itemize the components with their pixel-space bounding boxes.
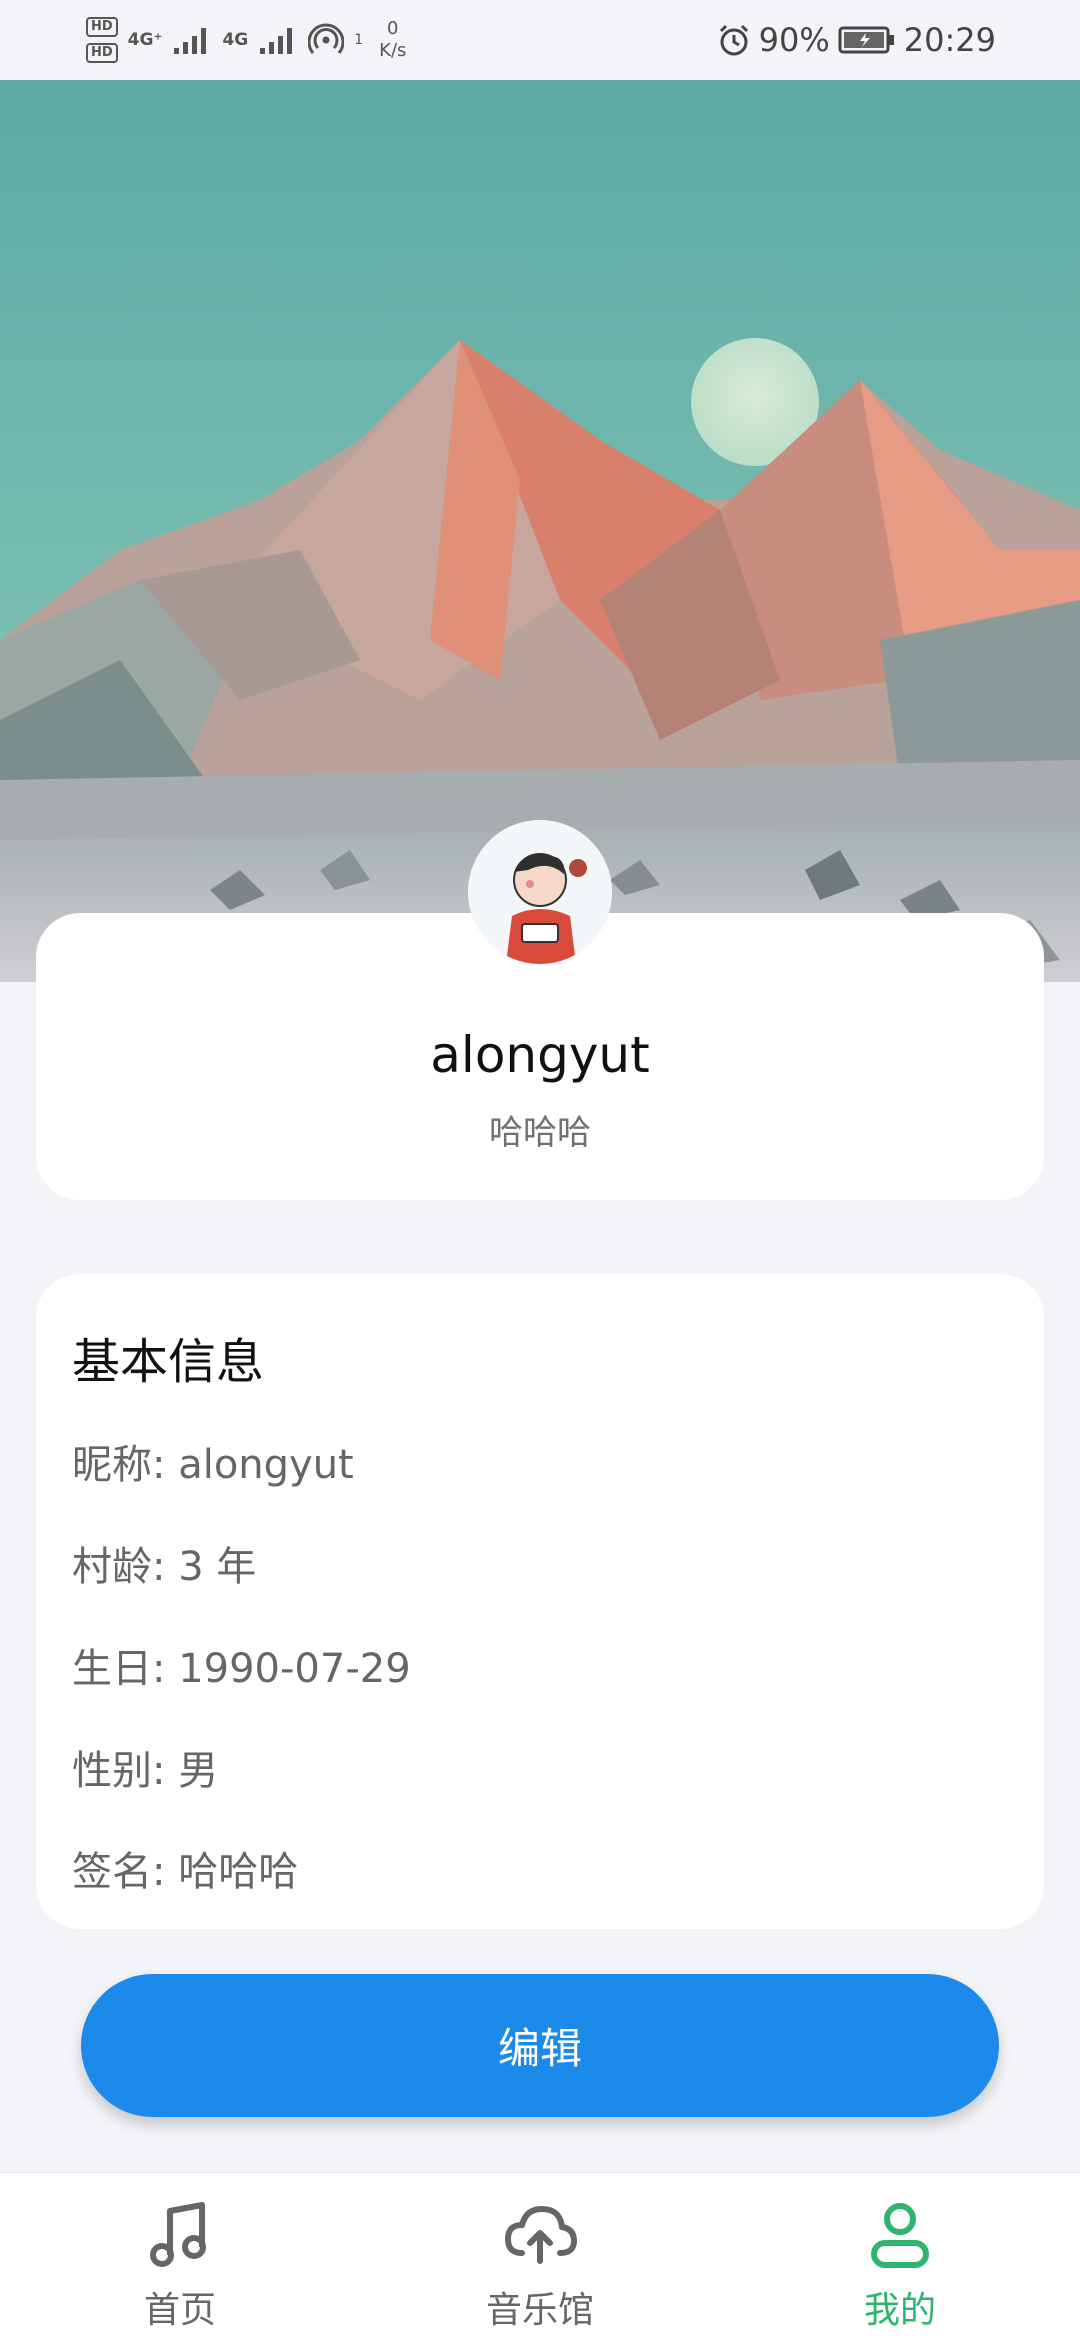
battery-percent: 90% [758, 21, 830, 59]
info-row-nickname: 昵称: alongyut [72, 1442, 354, 1488]
hotspot-count: 1 [354, 32, 364, 48]
signal-icon [174, 28, 207, 54]
hd-indicators: HD HD [86, 17, 118, 63]
hd-badge-1: HD [86, 17, 118, 37]
status-bar: HD HD 4G⁺ 4G 1 0 K/s 90% 20:29 [0, 0, 1080, 80]
basic-info-title: 基本信息 [72, 1334, 265, 1390]
status-right: 90% 20:29 [717, 10, 996, 70]
nav-label-music-hall: 音乐馆 [485, 2290, 594, 2331]
music-note-icon [150, 2202, 206, 2267]
nav-item-music-hall[interactable]: 音乐馆 [360, 2173, 720, 2341]
signal-icon-2 [260, 28, 293, 54]
info-row-signature: 签名: 哈哈哈 [72, 1849, 299, 1895]
hd-badge-2: HD [86, 43, 118, 63]
bottom-nav: 首页 音乐馆 我的 [0, 2172, 1080, 2341]
sim2-type: 4G [222, 30, 249, 50]
net-speed: 0 K/s [379, 18, 406, 62]
avatar[interactable] [468, 820, 612, 964]
nav-label-home: 首页 [143, 2290, 216, 2331]
profile-name: alongyut [430, 1026, 650, 1084]
cloud-upload-icon [505, 2206, 577, 2264]
info-row-gender: 性别: 男 [72, 1748, 219, 1794]
clock-time: 20:29 [903, 21, 996, 59]
battery-icon [838, 26, 894, 54]
status-left: HD HD 4G⁺ 4G 1 0 K/s [86, 10, 406, 70]
profile-signature: 哈哈哈 [489, 1113, 591, 1153]
info-row-village-age: 村龄: 3 年 [72, 1544, 257, 1590]
sim1-type: 4G⁺ [127, 30, 163, 50]
nav-item-mine[interactable]: 我的 [720, 2173, 1080, 2341]
net-speed-value: 0 [387, 18, 399, 39]
alarm-icon [719, 24, 748, 56]
net-speed-unit: K/s [379, 40, 407, 61]
nav-label-mine: 我的 [863, 2290, 936, 2331]
nav-item-home[interactable]: 首页 [0, 2173, 360, 2341]
person-icon [871, 2203, 929, 2268]
hotspot-icon [308, 23, 345, 54]
info-row-birthday: 生日: 1990-07-29 [72, 1646, 411, 1692]
edit-button[interactable]: 编辑 [81, 1974, 999, 2117]
